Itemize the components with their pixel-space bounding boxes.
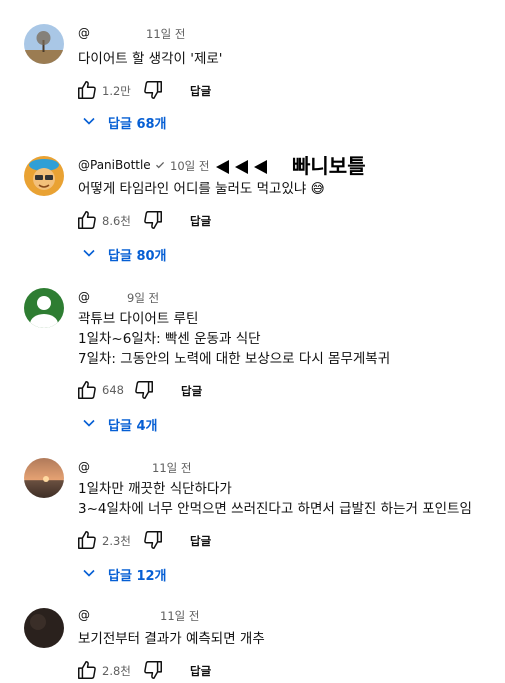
comment-text: 보기전부터 결과가 예측되면 개추 (78, 631, 265, 647)
reply-button[interactable]: 답글 (190, 213, 211, 229)
replies-label: 답글 12개 (108, 569, 167, 584)
like-icon[interactable] (76, 379, 98, 401)
dislike-icon[interactable] (142, 79, 164, 101)
comment-date[interactable]: 10일 전 (170, 158, 209, 174)
dislike-icon[interactable] (142, 659, 164, 681)
dislike-icon[interactable] (142, 209, 164, 231)
author-handle[interactable]: @ (78, 26, 90, 40)
like-count: 2.3천 (102, 534, 131, 548)
comment-date[interactable]: 11일 전 (160, 608, 199, 624)
avatar[interactable] (24, 24, 64, 64)
avatar[interactable] (24, 156, 64, 196)
replies-label: 답글 68개 (108, 117, 167, 132)
chevron-down-icon (83, 249, 95, 257)
replies-label: 답글 4개 (108, 419, 158, 434)
like-count: 648 (102, 383, 124, 397)
chevron-down-icon (83, 419, 95, 427)
verified-check-icon (155, 161, 164, 169)
reply-button[interactable]: 답글 (181, 383, 202, 399)
comment-header: @PaniBottle 10일 전 (78, 158, 209, 174)
comment-header: @ 11일 전 (78, 608, 199, 624)
comment-text-line: 곽튜브 다이어트 루틴 (78, 311, 199, 327)
reply-button[interactable]: 답글 (190, 83, 211, 99)
author-handle[interactable]: @ (78, 460, 90, 474)
like-count: 8.6천 (102, 214, 131, 228)
reply-button[interactable]: 답글 (190, 663, 211, 679)
comment-text-line: 1일차~6일차: 빡센 운동과 식단 (78, 331, 261, 347)
comment-text: 다이어트 할 생각이 '제로' (78, 51, 223, 67)
like-count: 1.2만 (102, 84, 131, 98)
comment-text-line: 7일차: 그동안의 노력에 대한 보상으로 다시 몸무게복귀 (78, 351, 391, 367)
reply-button[interactable]: 답글 (190, 533, 211, 549)
chevron-down-icon (83, 117, 95, 125)
like-icon[interactable] (76, 209, 98, 231)
annotation-arrows (216, 156, 273, 176)
like-icon[interactable] (76, 659, 98, 681)
comment-date[interactable]: 9일 전 (127, 290, 159, 306)
dislike-icon[interactable] (142, 529, 164, 551)
like-icon[interactable] (76, 79, 98, 101)
arrow-left-icon (216, 159, 229, 174)
comment-header: @ 11일 전 (78, 460, 191, 476)
annotation-label: 빠니보틀 (292, 154, 366, 178)
comment-text-line: 1일차만 깨끗한 식단하다가 (78, 481, 232, 497)
comment-header: @ 9일 전 (78, 290, 159, 306)
comment-date[interactable]: 11일 전 (146, 26, 185, 42)
arrow-left-icon (254, 159, 267, 174)
avatar[interactable] (24, 608, 64, 648)
comment-text: 어떻게 타임라인 어디를 눌러도 먹고있냐 😅 (78, 181, 325, 197)
replies-label: 답글 80개 (108, 249, 167, 264)
dislike-icon[interactable] (133, 379, 155, 401)
avatar[interactable] (24, 288, 64, 328)
chevron-down-icon (83, 569, 95, 577)
like-icon[interactable] (76, 529, 98, 551)
comment-text-line: 3~4일차에 너무 안먹으면 쓰러진다고 하면서 급발진 하는거 포인트임 (78, 501, 472, 517)
author-handle[interactable]: @ (78, 608, 90, 622)
avatar[interactable] (24, 458, 64, 498)
comment-date[interactable]: 11일 전 (152, 460, 191, 476)
author-handle[interactable]: @PaniBottle (78, 158, 151, 172)
author-handle[interactable]: @ (78, 290, 90, 304)
like-count: 2.8천 (102, 664, 131, 678)
arrow-left-icon (235, 159, 248, 174)
comment-header: @ 11일 전 (78, 26, 185, 42)
